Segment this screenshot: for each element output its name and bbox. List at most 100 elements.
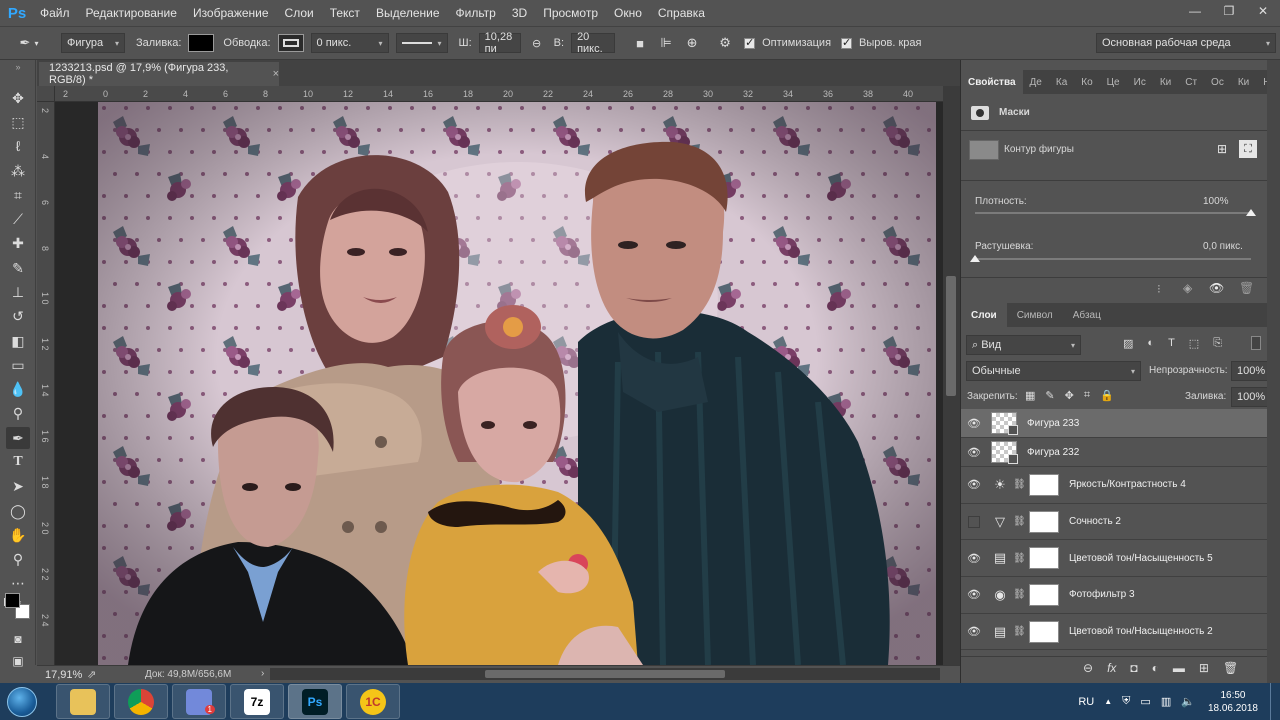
ellipse-tool-icon[interactable]: ◯ [6,500,30,522]
pen-tool-icon[interactable]: ✒ ▾ [14,33,44,53]
export-icon[interactable]: ⇗ [87,668,96,681]
layer-mask-thumbnail[interactable] [1029,473,1059,496]
path-select-tool-icon[interactable]: ➤ [6,475,30,497]
layer-mask-thumbnail[interactable] [1029,583,1059,606]
properties-tab[interactable]: Ки [1153,70,1178,94]
lock-position-icon[interactable]: ✥ [1065,389,1074,402]
taskbar-app-1c[interactable]: 1С [346,684,400,719]
taskbar-app-7zip[interactable]: 7z [230,684,284,719]
delete-mask-icon[interactable]: 🗑 [1239,281,1254,295]
layer-visibility-eye-icon[interactable]: 👁 [961,417,987,430]
horizontal-scrollbar[interactable] [270,668,940,680]
path-arrangement-icon[interactable]: ⊕ [682,33,702,53]
menu-item[interactable]: Фильтр [448,0,504,26]
quick-select-tool-icon[interactable]: ⁂ [6,160,30,182]
menu-item[interactable]: Справка [650,0,713,26]
filter-toggle[interactable] [1251,336,1261,350]
layer-visibility-eye-icon[interactable] [961,516,987,528]
menu-item[interactable]: Текст [322,0,368,26]
eraser-tool-icon[interactable]: ◧ [6,330,30,352]
select-mask-icon[interactable]: ⛶ [1239,140,1257,158]
zoom-level[interactable]: 17,91% [45,669,85,681]
mask-link-icon[interactable]: ⛓ [1013,516,1026,527]
blur-tool-icon[interactable]: 💧 [6,378,30,400]
path-alignment-icon[interactable]: ⊫ [656,33,676,53]
mask-link-icon[interactable]: ⛓ [1013,626,1026,637]
menu-item[interactable]: Выделение [368,0,448,26]
clone-stamp-tool-icon[interactable]: ⊥ [6,281,30,303]
screen-mode-icon[interactable]: ▣ [6,650,30,672]
layer-visibility-eye-icon[interactable]: 👁 [961,552,987,565]
canvas-area[interactable] [55,102,943,665]
menu-item[interactable]: Слои [277,0,322,26]
optimization-checkbox[interactable] [744,36,756,49]
trash-icon[interactable]: 🗑 [1223,661,1238,675]
layer-visibility-eye-icon[interactable]: 👁 [961,446,987,459]
fill-input[interactable]: 100% [1231,387,1271,407]
zoom-tool-icon[interactable]: ⚲ [6,548,30,570]
brush-tool-icon[interactable]: ✎ [6,257,30,279]
layer-visibility-eye-icon[interactable]: 👁 [961,478,987,491]
mask-link-icon[interactable]: ⛓ [1013,589,1026,600]
close-document-icon[interactable]: × [273,68,279,80]
battery-icon[interactable]: ▭ [1140,695,1150,708]
type-tool-icon[interactable]: T [6,451,30,473]
new-layer-icon[interactable]: ⊞ [1199,661,1209,675]
properties-tab[interactable]: Це [1100,70,1127,94]
quick-mask-icon[interactable]: ◙ [6,628,30,650]
menu-item[interactable]: Изображение [185,0,277,26]
density-slider[interactable] [975,209,1256,216]
layer-visibility-eye-icon[interactable]: 👁 [961,588,987,601]
add-mask-icon[interactable]: ◘ [1130,661,1137,675]
feather-slider-knob[interactable] [970,255,980,262]
network-icon[interactable]: ▥ [1161,695,1171,708]
status-menu-arrow-icon[interactable]: › [261,668,264,679]
properties-tab[interactable]: Ки [1231,70,1256,94]
foreground-color-swatch[interactable] [5,593,20,608]
document-tab[interactable]: 1233213.psd @ 17,9% (Фигура 233, RGB/8) … [39,62,279,86]
layer-row[interactable]: 👁 ▤ ⛓ Цветовой тон/Насыщенность 5 [961,540,1267,578]
menu-item[interactable]: Окно [606,0,650,26]
layer-row[interactable]: 👁 Фигура 232 [961,438,1267,467]
mask-link-icon[interactable]: ⛓ [1013,553,1026,564]
layer-row[interactable]: 👁 Фигура 233 [961,409,1267,438]
close-button[interactable]: ✕ [1246,0,1280,22]
taskbar-app-discord[interactable]: 1 [172,684,226,719]
link-dimensions-icon[interactable]: ⊖ [527,33,547,53]
add-vector-mask-icon[interactable]: ⊞ [1217,142,1227,156]
marquee-tool-icon[interactable]: ⬚ [6,111,30,133]
pixel-filter-icon[interactable]: ▨ [1123,337,1133,350]
blend-mode-dropdown[interactable]: Обычные ▾ [966,361,1141,381]
smart-filter-icon[interactable]: ⎘ [1213,337,1222,350]
layer-row[interactable]: 👁 ☀ ⛓ Яркость/Контрастность 4 [961,467,1267,504]
properties-tab[interactable]: Ка [1049,70,1074,94]
height-input[interactable]: 20 пикс. [571,31,616,55]
mask-visibility-eye-icon[interactable]: 👁 [1209,281,1224,295]
density-slider-knob[interactable] [1246,209,1256,216]
apply-mask-icon[interactable]: ◈ [1183,281,1192,295]
eyedropper-tool-icon[interactable]: ⟋ [6,208,30,230]
history-brush-tool-icon[interactable]: ↺ [6,305,30,327]
feather-slider[interactable] [970,255,1251,262]
menu-item[interactable]: Редактирование [78,0,185,26]
hand-tool-icon[interactable]: ✋ [6,524,30,546]
tray-expand-icon[interactable]: ▲ [1104,697,1112,706]
layer-mask-thumbnail[interactable] [1029,547,1059,570]
link-layers-icon[interactable]: ⊖ [1083,661,1093,675]
toolbar-collapse-icon[interactable]: » [6,62,30,72]
pen-tool-icon[interactable]: ✒ [6,427,30,449]
align-edges-checkbox[interactable] [841,36,853,49]
lasso-tool-icon[interactable]: ℓ [6,135,30,157]
stroke-type-dropdown[interactable]: ▾ [395,33,448,53]
layers-panel-tab[interactable]: Слои [961,303,1007,327]
lock-artboard-icon[interactable]: ⌗ [1084,389,1090,402]
panel-scrollbar[interactable] [1267,60,1280,683]
lock-paint-icon[interactable]: ✎ [1045,389,1054,402]
show-desktop-button[interactable] [1270,683,1280,720]
properties-tab[interactable]: Ко [1074,70,1099,94]
properties-tab[interactable]: Де [1023,70,1049,94]
taskbar-app-chrome[interactable] [114,684,168,719]
layer-visibility-eye-icon[interactable]: 👁 [961,625,987,638]
vertical-scrollbar-thumb[interactable] [946,276,956,396]
properties-tab[interactable]: Свойства [961,70,1023,94]
